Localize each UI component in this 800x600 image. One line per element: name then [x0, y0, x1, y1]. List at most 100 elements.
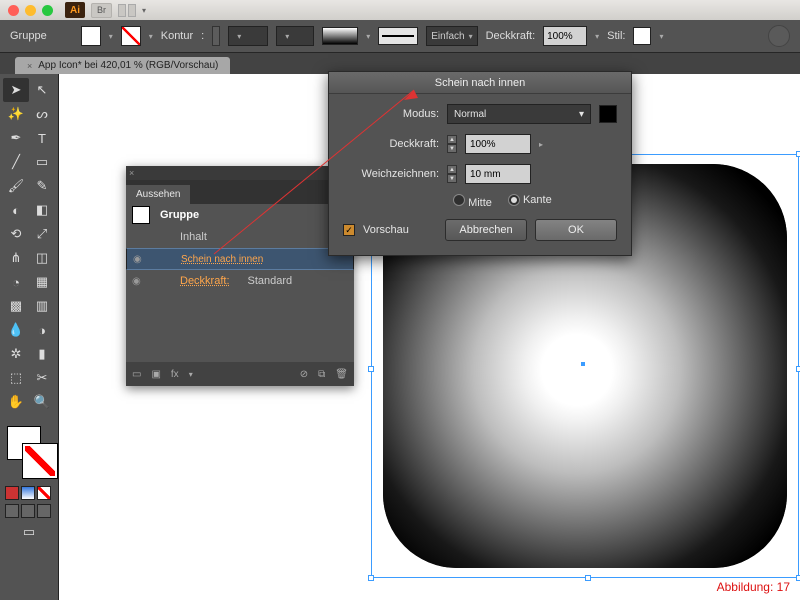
target-label: Gruppe: [160, 209, 199, 221]
appearance-effect-row[interactable]: ◉ Schein nach innen: [126, 248, 354, 270]
hand-tool-icon[interactable]: ✋: [3, 390, 29, 414]
chevron-down-icon[interactable]: ▾: [595, 32, 599, 41]
thumbnail-swatch: [132, 206, 150, 224]
radio-center[interactable]: Mitte: [453, 194, 492, 209]
direct-selection-tool-icon[interactable]: ↖: [29, 78, 55, 102]
graph-tool-icon[interactable]: ▮: [29, 342, 55, 366]
chevron-down-icon[interactable]: ▾: [366, 32, 370, 41]
opacity-link[interactable]: Deckkraft:: [180, 275, 230, 287]
radio-edge[interactable]: Kante: [508, 194, 552, 209]
inner-glow-dialog: Schein nach innen Modus: Normal▾ Deckkra…: [328, 71, 632, 256]
bridge-badge[interactable]: Br: [91, 3, 112, 18]
selection-tool-icon[interactable]: ➤: [3, 78, 29, 102]
appearance-panel: × Aussehen ≡ Gruppe Inhalt ◉ Schein nach…: [126, 166, 354, 386]
scale-tool-icon[interactable]: ⤢: [29, 222, 55, 246]
opacity-input[interactable]: 100%: [465, 134, 531, 154]
ok-button[interactable]: OK: [535, 219, 617, 241]
draw-mode-row: [3, 502, 55, 520]
eraser-tool-icon[interactable]: ◧: [29, 198, 55, 222]
new-fill-icon[interactable]: ▣: [151, 369, 160, 380]
eyedropper-tool-icon[interactable]: 💧: [3, 318, 29, 342]
width-tool-icon[interactable]: ⋔: [3, 246, 29, 270]
recolor-artwork-button[interactable]: [768, 25, 790, 47]
screen-mode-icon[interactable]: ▭: [3, 520, 55, 544]
duplicate-item-icon[interactable]: ⧉: [318, 369, 325, 380]
shape-builder-tool-icon[interactable]: ◔: [3, 270, 29, 294]
zoom-tool-icon[interactable]: 🔍: [29, 390, 55, 414]
lasso-tool-icon[interactable]: ᔕ: [29, 102, 55, 126]
close-tab-icon[interactable]: ×: [27, 61, 32, 71]
mesh-tool-icon[interactable]: ▩: [3, 294, 29, 318]
draw-behind-icon[interactable]: [21, 504, 35, 518]
visibility-icon[interactable]: ◉: [133, 254, 147, 265]
stroke-weight-stepper[interactable]: [212, 26, 220, 46]
tab-appearance[interactable]: Aussehen: [126, 185, 190, 204]
graphic-style-swatch[interactable]: [633, 27, 651, 45]
close-icon[interactable]: ×: [129, 168, 134, 178]
effect-link[interactable]: Schein nach innen: [181, 254, 263, 265]
stroke-style-preview[interactable]: [378, 27, 418, 45]
preview-checkbox[interactable]: ✓: [343, 224, 355, 236]
panel-header[interactable]: ×: [126, 166, 354, 180]
blur-stepper[interactable]: ▲▼: [447, 165, 457, 183]
new-stroke-icon[interactable]: ▭: [132, 369, 141, 380]
paintbrush-tool-icon[interactable]: 🖌: [3, 174, 29, 198]
document-tab[interactable]: × App Icon* bei 420,01 % (RGB/Vorschau): [15, 57, 230, 74]
zoom-window-icon[interactable]: [42, 5, 53, 16]
mode-select[interactable]: Normal▾: [447, 104, 591, 124]
brush-select[interactable]: [322, 27, 358, 45]
delete-item-icon[interactable]: 🗑: [335, 369, 348, 380]
opacity-stepper[interactable]: ▲▼: [447, 135, 457, 153]
appearance-opacity-row[interactable]: ◉ Deckkraft: Standard: [126, 270, 354, 292]
mac-titlebar: Ai Br ▾: [0, 0, 800, 20]
opacity-input[interactable]: 100%: [543, 26, 587, 46]
color-mode-icon[interactable]: [5, 486, 19, 500]
blob-brush-tool-icon[interactable]: ◐: [3, 198, 29, 222]
minimize-window-icon[interactable]: [25, 5, 36, 16]
rotate-tool-icon[interactable]: ⟲: [3, 222, 29, 246]
visibility-icon[interactable]: ◉: [132, 276, 146, 287]
gradient-tool-icon[interactable]: ▥: [29, 294, 55, 318]
slice-tool-icon[interactable]: ✂: [29, 366, 55, 390]
blend-tool-icon[interactable]: ◑: [29, 318, 55, 342]
line-tool-icon[interactable]: ╱: [3, 150, 29, 174]
chevron-down-icon[interactable]: ▾: [109, 32, 113, 41]
close-window-icon[interactable]: [8, 5, 19, 16]
gradient-mode-icon[interactable]: [21, 486, 35, 500]
magic-wand-tool-icon[interactable]: ✨: [3, 102, 29, 126]
clear-appearance-icon[interactable]: ⊘: [300, 369, 308, 380]
fill-stroke-indicator[interactable]: [3, 424, 55, 484]
stroke-weight-input[interactable]: ▾: [228, 26, 268, 46]
none-mode-icon[interactable]: [37, 486, 51, 500]
appearance-contents-row[interactable]: Inhalt: [126, 226, 354, 248]
draw-inside-icon[interactable]: [37, 504, 51, 518]
perspective-tool-icon[interactable]: ▦: [29, 270, 55, 294]
selection-type-label: Gruppe: [10, 30, 47, 42]
stroke-profile-select[interactable]: ▾: [276, 26, 314, 46]
fill-swatch[interactable]: [81, 26, 101, 46]
preview-label: Vorschau: [363, 224, 409, 236]
blur-input[interactable]: 10 mm: [465, 164, 531, 184]
pen-tool-icon[interactable]: ✒: [3, 126, 29, 150]
stroke-style-select[interactable]: Einfach▾: [426, 26, 477, 46]
stroke-swatch[interactable]: [121, 26, 141, 46]
draw-normal-icon[interactable]: [5, 504, 19, 518]
cancel-button[interactable]: Abbrechen: [445, 219, 527, 241]
rectangle-tool-icon[interactable]: ▭: [29, 150, 55, 174]
artboard-tool-icon[interactable]: ⬚: [3, 366, 29, 390]
type-tool-icon[interactable]: T: [29, 126, 55, 150]
chevron-down-icon[interactable]: ▾: [659, 32, 663, 41]
color-mode-row: [3, 484, 55, 502]
chevron-down-icon[interactable]: ▾: [189, 370, 193, 379]
free-transform-tool-icon[interactable]: ◫: [29, 246, 55, 270]
add-effect-button[interactable]: fx: [171, 369, 179, 380]
symbol-sprayer-tool-icon[interactable]: ✲: [3, 342, 29, 366]
chevron-down-icon: ▾: [579, 109, 584, 120]
dialog-title[interactable]: Schein nach innen: [329, 72, 631, 94]
chevron-down-icon[interactable]: ▾: [149, 32, 153, 41]
chevron-right-icon[interactable]: ▸: [539, 140, 543, 149]
glow-color-swatch[interactable]: [599, 105, 617, 123]
stroke-box[interactable]: [23, 444, 57, 478]
pencil-tool-icon[interactable]: ✎: [29, 174, 55, 198]
arrange-documents-button[interactable]: [118, 4, 136, 17]
